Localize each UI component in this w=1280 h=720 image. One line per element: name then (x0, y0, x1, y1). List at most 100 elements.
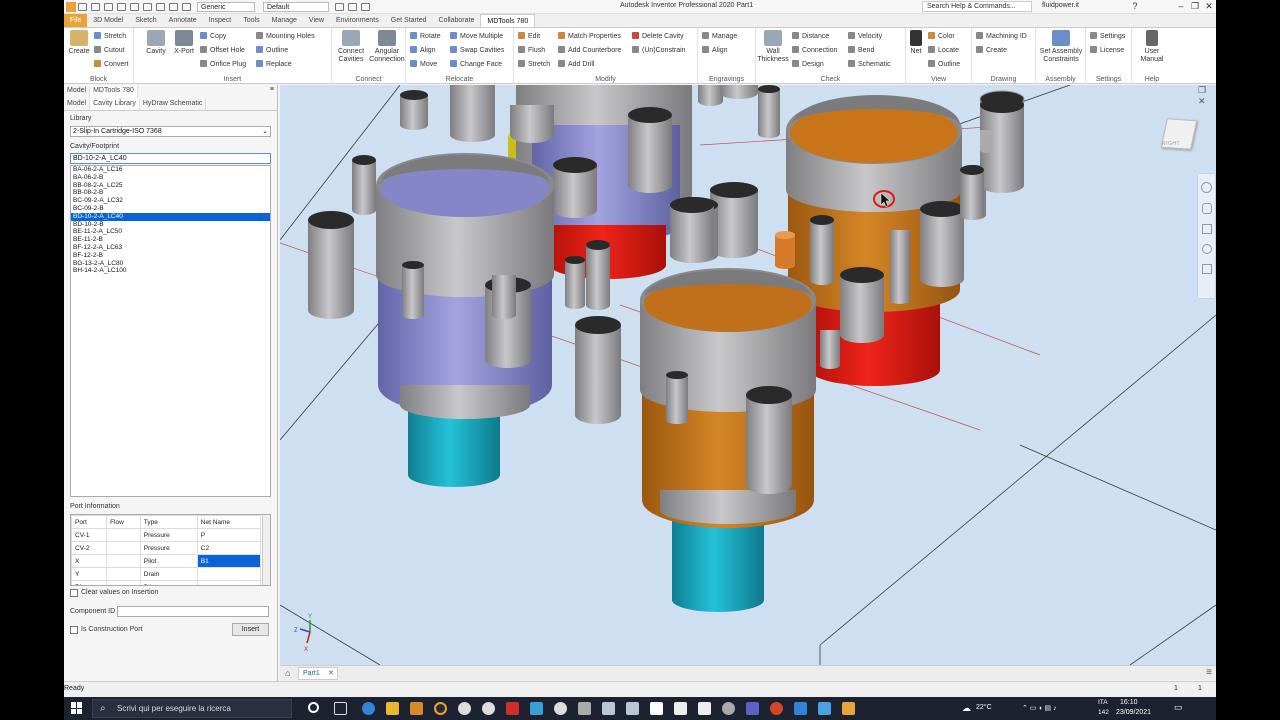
cavity-list-item[interactable]: BE-11-2-A_LC50 (71, 228, 270, 236)
construction-port-checkbox[interactable] (70, 626, 78, 634)
new-icon[interactable] (78, 2, 87, 11)
bend-button[interactable]: Bend (848, 46, 874, 55)
port-cell-type[interactable]: Pressure (139, 528, 198, 542)
port-cell-flow[interactable] (106, 580, 141, 585)
insert-button[interactable]: Insert (232, 623, 269, 636)
copy-button[interactable]: Copy (200, 32, 226, 41)
port-cell-port[interactable]: Z1 (71, 580, 108, 585)
orifice-plug-button[interactable]: Orifice Plug (200, 60, 246, 69)
undo-icon[interactable] (117, 2, 126, 11)
cavity-list-item[interactable]: BD-10-2-B (71, 221, 270, 229)
library-select[interactable]: 2-Slip-In Cartridge-ISO 7368 ⌄ (70, 126, 271, 137)
cavity-list[interactable]: BA-06-2-A_LC16 BA-06-2-B BB-08-2-A_LC25 BB-… (70, 165, 271, 497)
tab-file[interactable]: File (64, 14, 88, 27)
add-drill-button[interactable]: Add Drill (558, 60, 594, 69)
port-cell-type[interactable]: Pilot (139, 580, 198, 585)
viewcube[interactable]: RIGHT (1156, 113, 1200, 157)
component-id-input[interactable] (117, 606, 269, 617)
delete-cavity-button[interactable]: Delete Cavity (632, 32, 684, 41)
panel-tab-mdtools[interactable]: MDTools 780 (90, 86, 138, 98)
tabs-menu-icon[interactable]: ≡ (1206, 667, 1212, 678)
tab-collaborate[interactable]: Collaborate (433, 14, 481, 27)
language[interactable]: ITA (1098, 699, 1108, 706)
appearance-select[interactable]: Default (263, 1, 329, 12)
sub-tab-hydraw-schematic[interactable]: HyDraw Schematic (140, 99, 207, 110)
port-cell-net[interactable]: P (196, 528, 262, 542)
app-icon-5[interactable] (674, 702, 687, 715)
port-cell-type[interactable]: Pressure (139, 541, 198, 555)
edit-button[interactable]: Edit (518, 32, 540, 41)
cavity-list-item[interactable]: BH-14-2-A_LC100 (71, 267, 270, 275)
solidworks-icon[interactable] (602, 702, 615, 715)
mounting-holes-button[interactable]: Mounting Holes (256, 32, 315, 41)
port-cell-port[interactable]: CV-2 (71, 541, 108, 555)
app-icon-1[interactable] (530, 702, 543, 715)
tab-annotate[interactable]: Annotate (163, 14, 203, 27)
close-doc-icon[interactable] (182, 2, 191, 11)
clock-date[interactable]: 23/09/2021 (1116, 709, 1151, 716)
panel-tab-model[interactable]: Model (64, 86, 91, 98)
cavity-list-item[interactable]: BG-13-2-A_LC80 (71, 260, 270, 268)
explorer-icon[interactable] (386, 702, 399, 715)
port-row[interactable]: CV-2 Pressure C2 (71, 541, 262, 555)
app-icon-9[interactable] (818, 702, 831, 715)
user-manual-button[interactable]: User Manual (1136, 30, 1168, 64)
doc-tab-part1[interactable]: Part1 ✕ (298, 667, 338, 680)
license-button[interactable]: License (1090, 46, 1124, 55)
measure-icon[interactable] (361, 2, 370, 11)
tab-environments[interactable]: Environments (330, 14, 385, 27)
minimize-icon[interactable]: – (1174, 1, 1188, 11)
windows-start-icon[interactable] (71, 702, 83, 714)
locate-button[interactable]: Locate (928, 46, 959, 55)
port-table[interactable]: Port Flow Type Net Name CV-1 Pressure P CV-2 Pr… (70, 514, 271, 586)
app-icon-2[interactable] (554, 702, 567, 715)
viewport-restore-icon[interactable]: ❐ ✕ (1198, 85, 1216, 107)
close-icon[interactable]: ✕ (1202, 1, 1216, 12)
tab-sketch[interactable]: Sketch (129, 14, 162, 27)
move-button[interactable]: Move (410, 60, 437, 69)
home-icon[interactable] (143, 2, 152, 11)
port-cell-type[interactable]: Pilot (139, 554, 198, 568)
port-cell-type[interactable]: Drain (139, 567, 198, 581)
user-account[interactable]: fluidpower.it (1042, 2, 1079, 9)
port-column-header[interactable]: Port (71, 515, 108, 529)
port-cell-net[interactable] (196, 580, 262, 585)
tab-3d-model[interactable]: 3D Model (87, 14, 129, 27)
look-at-icon[interactable] (1201, 264, 1212, 274)
solidworks-2-icon[interactable] (626, 702, 639, 715)
inventor-taskbar-icon[interactable] (842, 702, 855, 715)
color-button[interactable]: Color (928, 32, 955, 41)
angular-connection-button[interactable]: Angular Connection (369, 30, 405, 64)
taskbar-search-input[interactable]: ⌕ Scrivi qui per eseguire la ricerca (92, 699, 292, 718)
port-cell-port[interactable]: Y (71, 567, 108, 581)
chrome-icon[interactable] (482, 702, 495, 715)
rotate-button[interactable]: Rotate (410, 32, 441, 41)
panel-menu-icon[interactable]: ≡ (270, 86, 278, 98)
cavity-input[interactable]: BD-10-2-A_LC40 (70, 153, 271, 164)
search-app-icon[interactable] (434, 702, 447, 715)
manage-engravings-button[interactable]: Manage (702, 32, 737, 41)
port-column-header[interactable]: Net Name (196, 515, 262, 529)
cortana-icon[interactable] (308, 702, 319, 713)
align-engravings-button[interactable]: Align (702, 46, 728, 55)
redo-icon[interactable] (130, 2, 139, 11)
connect-cavities-button[interactable]: Connect Cavities (335, 30, 367, 64)
swap-cavities-button[interactable]: Swap Cavities (450, 46, 504, 55)
tab-view[interactable]: View (303, 14, 330, 27)
design-button[interactable]: Design (792, 60, 824, 69)
pan-icon[interactable] (1201, 203, 1212, 214)
tab-get-started[interactable]: Get Started (385, 14, 433, 27)
distance-button[interactable]: Distance (792, 32, 829, 41)
create-drawing-button[interactable]: Create (976, 46, 1007, 55)
stretch-block-button[interactable]: Stretch (94, 32, 126, 41)
tab-manage[interactable]: Manage (266, 14, 303, 27)
cavity-list-item[interactable]: BA-06-2-B (71, 174, 270, 182)
port-row[interactable]: Y Drain (71, 567, 262, 581)
app-icon-6[interactable] (698, 702, 711, 715)
tray-icons[interactable]: ⌃ ▭ ◗ ▤ ♪ (1022, 704, 1057, 712)
port-cell-flow[interactable] (106, 541, 141, 555)
stretch-modify-button[interactable]: Stretch (518, 60, 550, 69)
app-icon-7[interactable] (722, 702, 735, 715)
tab-inspect[interactable]: Inspect (203, 14, 238, 27)
port-row[interactable]: Z1 Pilot (71, 580, 262, 585)
